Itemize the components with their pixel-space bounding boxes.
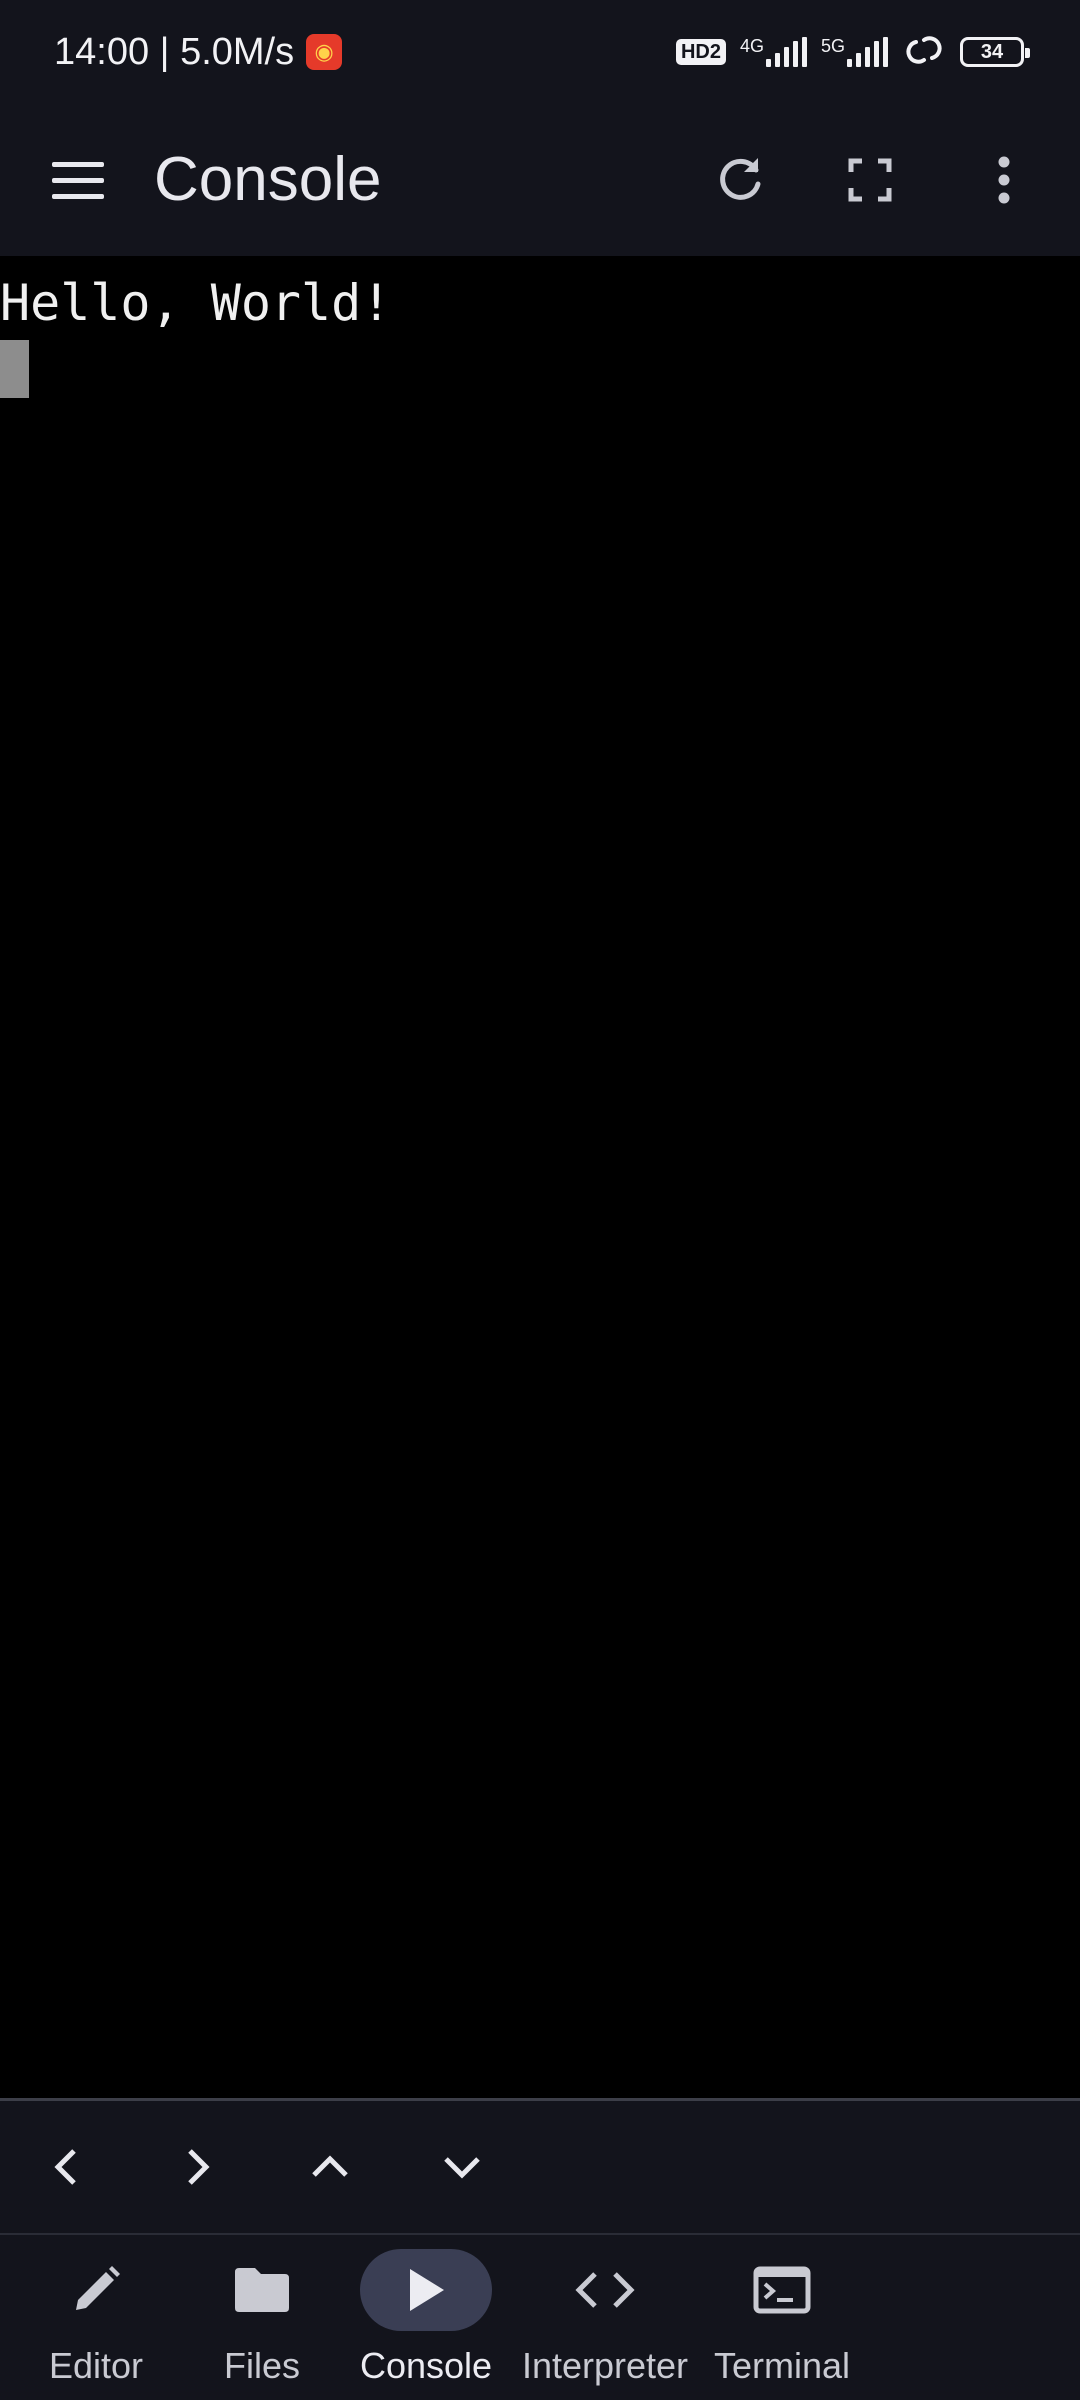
folder-icon [235, 2268, 289, 2312]
hotspot-link-icon [902, 32, 946, 73]
pencil-icon [76, 2266, 120, 2310]
bottom-nav: Editor Files Console Interpreter Termina… [0, 2235, 1080, 2400]
nav-label: Editor [48, 2345, 144, 2386]
refresh-icon [720, 158, 761, 200]
console-output[interactable]: Hello, World! [0, 256, 1080, 2098]
chevron-right-icon [188, 2149, 210, 2185]
play-icon [410, 2269, 444, 2311]
battery-icon: 34 [960, 37, 1030, 67]
code-icon [575, 2272, 635, 2308]
nav-label: Console [359, 2345, 493, 2386]
console-cursor [0, 340, 29, 398]
more-vert-icon [998, 156, 1010, 204]
nav-label: Interpreter [521, 2345, 689, 2386]
terminal-icon [753, 2266, 811, 2314]
nav-item-editor[interactable]: Editor [30, 2235, 162, 2400]
refresh-button[interactable] [692, 132, 788, 228]
nav-item-interpreter[interactable]: Interpreter [510, 2235, 700, 2400]
nav-item-console[interactable]: Console [360, 2235, 492, 2400]
nav-icon-container [716, 2249, 848, 2331]
signal-4g-icon: 4G [740, 37, 807, 67]
nav-icon-container [30, 2249, 162, 2331]
status-right: HD2 4G 5G 34 [675, 32, 1030, 73]
menu-button[interactable] [30, 132, 126, 228]
nav-icon-container [360, 2249, 492, 2331]
status-time-speed: 14:00 | 5.0M/s [54, 30, 295, 73]
hd-voice-icon: HD2 [675, 39, 726, 65]
nav-item-files[interactable]: Files [196, 2235, 328, 2400]
nav-label: Terminal [713, 2345, 851, 2386]
arrow-key-bar [0, 2101, 1080, 2233]
nav-icon-container [196, 2249, 328, 2331]
signal-5g-icon: 5G [821, 37, 888, 67]
status-left: 14:00 | 5.0M/s ◉ [54, 30, 343, 74]
app-notification-icon: ◉ [306, 34, 343, 70]
fullscreen-button[interactable] [822, 132, 918, 228]
chevron-left-icon [54, 2149, 76, 2185]
chevron-up-icon [312, 2155, 348, 2177]
net-4g-label: 4G [739, 36, 764, 56]
hamburger-menu-icon [52, 162, 104, 199]
arrow-down-button[interactable] [416, 2121, 508, 2213]
more-options-button[interactable] [956, 132, 1052, 228]
page-title: Console [154, 145, 382, 214]
net-5g-label: 5G [820, 36, 845, 56]
nav-item-terminal[interactable]: Terminal [713, 2235, 851, 2400]
arrow-up-button[interactable] [284, 2121, 376, 2213]
nav-label: Files [223, 2345, 300, 2386]
app-bar: Console [0, 104, 1080, 256]
fullscreen-icon [848, 158, 892, 202]
arrow-right-button[interactable] [152, 2121, 244, 2213]
battery-level: 34 [980, 40, 1004, 63]
arrow-left-button[interactable] [20, 2121, 112, 2213]
status-bar: 14:00 | 5.0M/s ◉ HD2 4G 5G 34 [0, 0, 1080, 104]
chevron-down-icon [444, 2157, 480, 2179]
console-line: Hello, World! [0, 274, 392, 332]
nav-icon-container [539, 2249, 671, 2331]
